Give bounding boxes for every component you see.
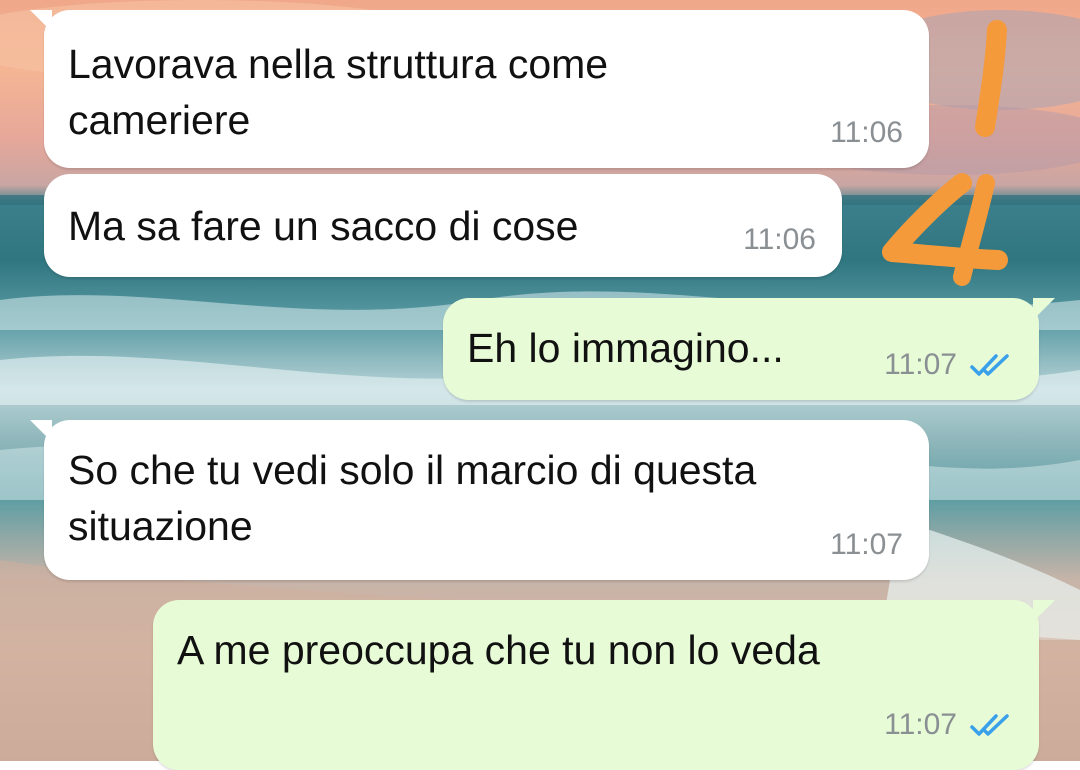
message-text: Ma sa fare un sacco di cose xyxy=(68,203,579,249)
message-text: A me preoccupa che tu non lo veda xyxy=(177,627,820,673)
message-text: Lavorava nella struttura come cameriere xyxy=(68,41,609,143)
message-bubble-incoming[interactable]: So che tu vedi solo il marcio di questa … xyxy=(30,420,929,580)
handwritten-annotation-1-4 xyxy=(882,20,1008,286)
bubble-tail xyxy=(30,10,52,32)
message-bubble-outgoing[interactable]: Eh lo immagino... 11:07 xyxy=(443,298,1055,400)
double-check-read-icon xyxy=(969,352,1013,378)
message-timestamp: 11:07 xyxy=(884,708,957,741)
message-meta: 11:07 xyxy=(830,528,903,562)
message-text: Eh lo immagino... xyxy=(467,325,784,371)
double-check-read-icon xyxy=(969,712,1013,738)
message-bubble-incoming[interactable]: Ma sa fare un sacco di cose 11:06 xyxy=(44,174,842,277)
message-meta: 11:06 xyxy=(743,223,816,257)
message-text: So che tu vedi solo il marcio di questa … xyxy=(68,447,757,549)
message-bubble-incoming[interactable]: Lavorava nella struttura come cameriere … xyxy=(30,10,929,168)
message-timestamp: 11:06 xyxy=(743,223,816,256)
message-timestamp: 11:07 xyxy=(830,528,903,561)
bubble-tail xyxy=(1033,600,1055,622)
message-meta: 11:07 xyxy=(884,348,1013,382)
message-meta: 11:07 xyxy=(884,708,1013,742)
bubble-tail xyxy=(1033,298,1055,320)
message-timestamp: 11:07 xyxy=(884,348,957,381)
message-bubble-outgoing[interactable]: A me preoccupa che tu non lo veda 11:07 xyxy=(153,600,1055,770)
bubble-tail xyxy=(30,420,52,442)
